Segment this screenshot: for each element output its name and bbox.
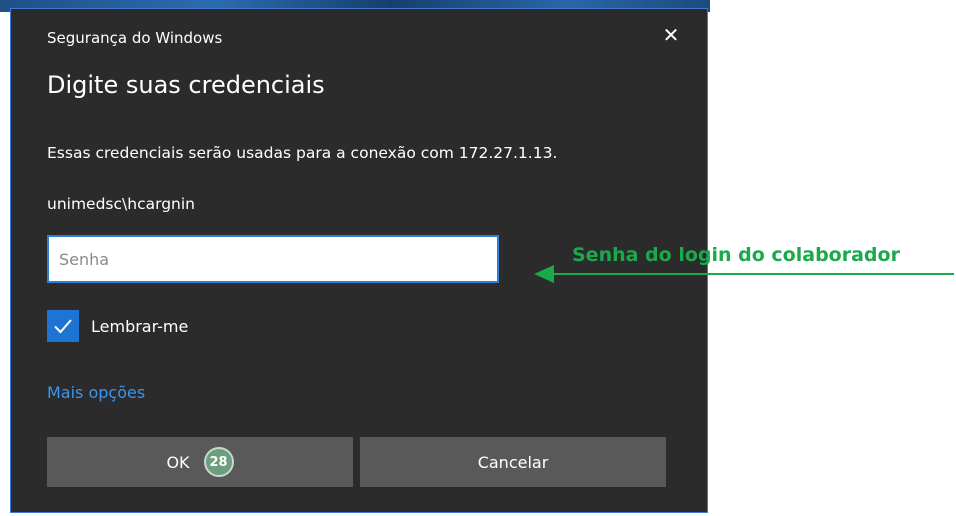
annotation-text: Senha do login do colaborador — [572, 244, 900, 266]
cancel-button-label: Cancelar — [477, 452, 549, 472]
dialog-heading: Digite suas credenciais — [47, 71, 325, 99]
screenshot-stage: Segurança do Windows ✕ Digite suas crede… — [0, 0, 956, 516]
cancel-button[interactable]: Cancelar — [360, 437, 666, 487]
remember-me-label: Lembrar-me — [91, 316, 189, 336]
username-label: unimedsc\hcargnin — [47, 195, 195, 213]
arrow-left-icon — [534, 265, 954, 283]
ok-button[interactable]: OK 28 — [47, 437, 353, 487]
checkmark-icon — [54, 319, 72, 334]
remember-me-checkbox-row[interactable]: Lembrar-me — [47, 309, 188, 343]
more-options-link[interactable]: Mais opções — [47, 383, 145, 402]
window-title: Segurança do Windows — [47, 29, 223, 47]
remember-me-checkbox[interactable] — [47, 310, 79, 342]
close-icon[interactable]: ✕ — [661, 25, 681, 45]
password-input[interactable] — [47, 235, 499, 283]
ok-step-badge: 28 — [203, 447, 234, 477]
ok-button-label: OK — [166, 452, 190, 472]
connection-description: Essas credenciais serão usadas para a co… — [47, 144, 558, 162]
